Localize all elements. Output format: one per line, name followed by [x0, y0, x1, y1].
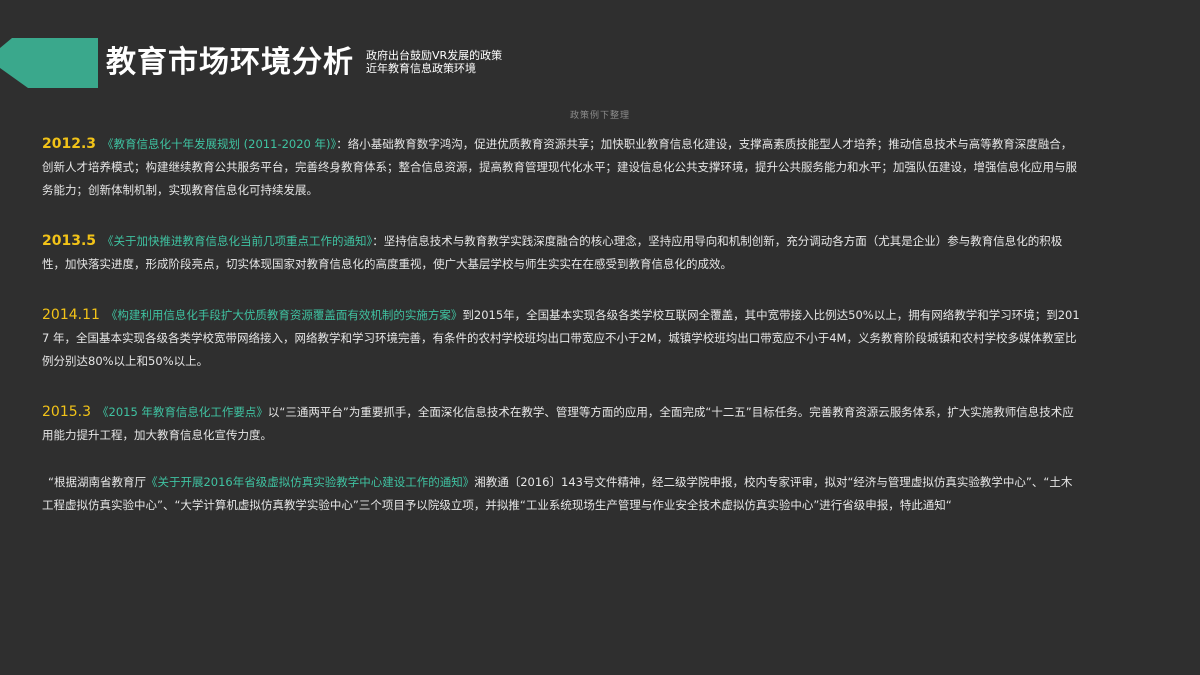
policy-entry-2015: 2015.3 《2015 年教育信息化工作要点》以“三通两平台”为重要抓手，全面深… — [42, 401, 1082, 447]
header-accent-shape — [0, 38, 98, 88]
entry-policy-title: 《2015 年教育信息化工作要点》 — [97, 405, 268, 419]
entry-policy-title: 《教育信息化十年发展规划 (2011-2020 年)》 — [102, 137, 337, 151]
entry-policy-title: 《关于加快推进教育信息化当前几项重点工作的通知》 — [102, 234, 373, 248]
policy-list: 2012.3 《教育信息化十年发展规划 (2011-2020 年)》：络小基础教育… — [42, 133, 1082, 517]
subtitle-line-2: 近年教育信息政策环境 — [366, 62, 476, 75]
subtitle-line-1: 政府出台鼓励VR发展的政策 — [366, 49, 503, 62]
top-note: 政策例下整理 — [569, 111, 630, 121]
policy-entry-2013: 2013.5 《关于加快推进教育信息化当前几项重点工作的通知》：坚持信息技术与教育… — [42, 230, 1082, 276]
notice-prefix: “根据湖南省教育厅 — [48, 475, 146, 489]
entry-year: 2014.11 — [42, 307, 100, 323]
entry-year: 2015.3 — [42, 404, 91, 420]
header-subtitle: 政府出台鼓励VR发展的政策 近年教育信息政策环境 — [366, 49, 502, 75]
notice-policy-title: 《关于开展2016年省级虚拟仿真实验教学中心建设工作的通知》 — [145, 475, 475, 489]
entry-year: 2012.3 — [42, 136, 97, 152]
entry-policy-title: 《构建利用信息化手段扩大优质教育资源覆盖面有效机制的实施方案》 — [105, 308, 463, 322]
notice-paragraph: “根据湖南省教育厅《关于开展2016年省级虚拟仿真实验教学中心建设工作的通知》湘… — [42, 471, 1082, 517]
header-accent-band — [0, 38, 98, 88]
entry-year: 2013.5 — [42, 233, 97, 249]
policy-entry-2012: 2012.3 《教育信息化十年发展规划 (2011-2020 年)》：络小基础教育… — [42, 133, 1082, 202]
policy-entry-2014: 2014.11 《构建利用信息化手段扩大优质教育资源覆盖面有效机制的实施方案》到2… — [42, 304, 1082, 373]
page-title: 教育市场环境分析 — [106, 45, 354, 80]
